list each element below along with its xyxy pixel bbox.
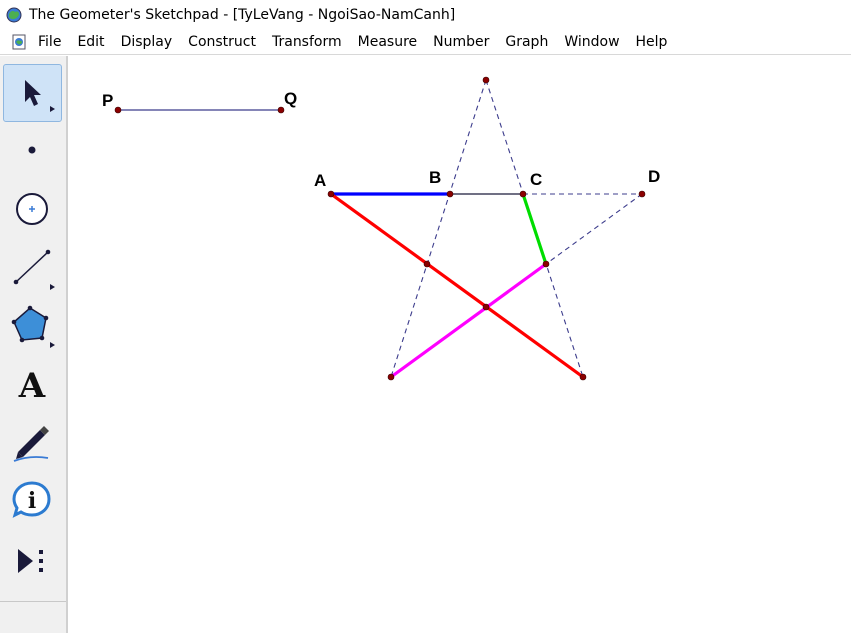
menu-construct[interactable]: Construct xyxy=(180,31,264,53)
point-c[interactable] xyxy=(519,190,527,198)
point-tool-icon xyxy=(28,146,36,154)
menu-file[interactable]: File xyxy=(30,31,69,53)
menu-window[interactable]: Window xyxy=(556,31,627,53)
label-a[interactable]: A xyxy=(314,171,326,190)
point-b[interactable] xyxy=(446,190,454,198)
menu-help[interactable]: Help xyxy=(628,31,676,53)
point-center[interactable] xyxy=(482,303,490,311)
point-left-inner[interactable] xyxy=(423,260,431,268)
svg-text:A: A xyxy=(18,366,46,406)
menu-transform[interactable]: Transform xyxy=(264,31,350,53)
selection-arrow-tool-icon xyxy=(25,80,55,112)
label-p[interactable]: P xyxy=(102,91,113,110)
polygon-tool[interactable] xyxy=(4,296,61,352)
point-a[interactable] xyxy=(327,190,335,198)
sketch-drawing[interactable]: P Q A B C D xyxy=(68,56,851,633)
information-tool[interactable]: i xyxy=(4,470,61,526)
menu-number[interactable]: Number xyxy=(425,31,497,53)
point-tool[interactable] xyxy=(4,122,61,178)
label-c[interactable]: C xyxy=(530,170,542,189)
menu-measure[interactable]: Measure xyxy=(350,31,426,53)
selection-arrow-tool[interactable] xyxy=(4,64,61,120)
toolbox-divider xyxy=(0,601,66,602)
custom-tool[interactable] xyxy=(4,528,61,584)
segment-green[interactable] xyxy=(521,193,548,265)
segment-red[interactable] xyxy=(330,192,584,379)
title-bar: The Geometer's Sketchpad - [TyLeVang - N… xyxy=(0,0,851,29)
text-tool[interactable]: A xyxy=(4,354,61,410)
window-title: The Geometer's Sketchpad - [TyLeVang - N… xyxy=(29,6,456,23)
svg-text:i: i xyxy=(28,488,36,514)
toolbox: A i xyxy=(0,56,68,633)
segment-magenta[interactable] xyxy=(390,262,547,379)
marker-tool-icon xyxy=(13,426,49,462)
label-q[interactable]: Q xyxy=(284,89,297,108)
point-star-top[interactable] xyxy=(482,76,490,84)
sketch-canvas[interactable]: P Q A B C D xyxy=(68,56,851,633)
dashed-star-edge[interactable] xyxy=(390,79,487,378)
marker-tool[interactable] xyxy=(4,412,61,468)
menu-graph[interactable]: Graph xyxy=(497,31,556,53)
text-tool-icon: A xyxy=(18,366,46,406)
label-d[interactable]: D xyxy=(648,167,660,186)
information-tool-icon: i xyxy=(12,481,51,518)
point-p[interactable] xyxy=(114,106,122,114)
compass-tool-icon xyxy=(16,193,48,225)
point-right-inner[interactable] xyxy=(542,260,550,268)
compass-tool[interactable] xyxy=(4,180,61,236)
straightedge-tool[interactable] xyxy=(4,238,61,294)
point-d[interactable] xyxy=(638,190,646,198)
dashed-star-edge[interactable] xyxy=(545,193,643,265)
label-b[interactable]: B xyxy=(429,168,441,187)
menu-bar: File Edit Display Construct Transform Me… xyxy=(0,29,851,55)
document-icon[interactable] xyxy=(12,34,26,50)
menu-display[interactable]: Display xyxy=(113,31,181,53)
menu-edit[interactable]: Edit xyxy=(69,31,112,53)
sketchpad-app-icon xyxy=(6,7,22,22)
polygon-tool-icon xyxy=(11,305,55,348)
straightedge-tool-icon xyxy=(13,249,55,290)
point-bottom-left[interactable] xyxy=(387,373,395,381)
custom-tool-icon xyxy=(18,549,43,573)
point-bottom-right[interactable] xyxy=(579,373,587,381)
